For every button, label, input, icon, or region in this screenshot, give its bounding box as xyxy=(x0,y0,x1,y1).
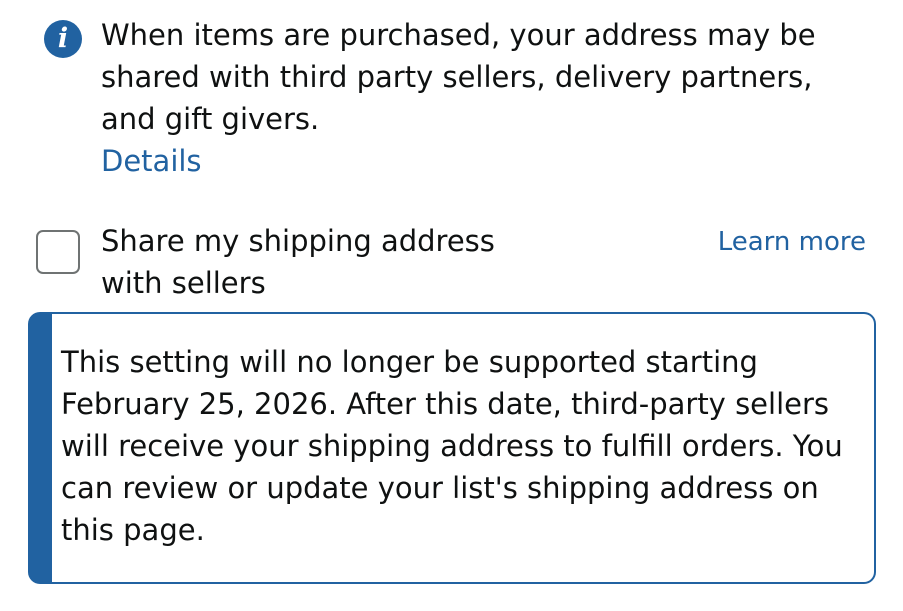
info-message-text: When items are purchased, your address m… xyxy=(101,18,816,136)
info-icon: i xyxy=(44,20,82,58)
share-address-label[interactable]: Share my shipping address with sellers xyxy=(101,220,531,304)
details-link[interactable]: Details xyxy=(101,140,861,182)
info-message: When items are purchased, your address m… xyxy=(101,14,861,182)
learn-more-link[interactable]: Learn more xyxy=(718,224,866,260)
share-address-checkbox[interactable] xyxy=(36,230,80,274)
deprecation-notice-text: This setting will no longer be supported… xyxy=(61,345,843,547)
share-address-setting: Share my shipping address with sellers L… xyxy=(36,220,866,304)
